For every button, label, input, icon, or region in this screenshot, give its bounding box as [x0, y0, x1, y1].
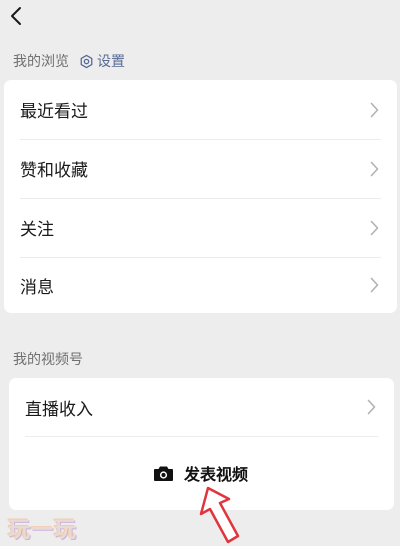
browse-section-header: 我的浏览 设置	[13, 51, 125, 71]
browse-section-title: 我的浏览	[13, 54, 69, 70]
annotation-arrow-icon	[199, 486, 240, 544]
browse-card: 最近看过 赞和收藏 关注 消息	[4, 80, 397, 313]
list-item-label: 消息	[20, 277, 54, 298]
watermark-logo: 玩一玩	[8, 518, 78, 543]
chevron-left-icon	[10, 6, 22, 26]
channels-section-header: 我的视频号	[13, 349, 83, 369]
list-item-recently-viewed[interactable]: 最近看过	[4, 80, 397, 139]
chevron-right-icon	[367, 399, 376, 415]
chevron-right-icon	[370, 161, 379, 177]
settings-link[interactable]: 设置	[79, 51, 125, 71]
list-item-label: 关注	[20, 220, 54, 240]
chevron-right-icon	[370, 102, 379, 118]
list-item-live-income[interactable]: 直播收入	[9, 378, 394, 436]
settings-label: 设置	[97, 54, 125, 70]
channels-section-title: 我的视频号	[13, 352, 83, 368]
back-button[interactable]	[4, 2, 28, 30]
list-item-label: 赞和收藏	[20, 161, 88, 181]
chevron-right-icon	[370, 220, 379, 236]
publish-video-label: 发表视频	[183, 465, 248, 484]
list-item-following[interactable]: 关注	[4, 198, 397, 257]
gear-icon	[79, 54, 94, 69]
camera-icon	[153, 465, 174, 482]
list-item-likes-favorites[interactable]: 赞和收藏	[4, 139, 397, 198]
list-item-label: 直播收入	[25, 399, 93, 420]
chevron-right-icon	[370, 277, 379, 293]
list-item-messages[interactable]: 消息	[4, 257, 397, 313]
list-item-label: 最近看过	[20, 102, 88, 122]
